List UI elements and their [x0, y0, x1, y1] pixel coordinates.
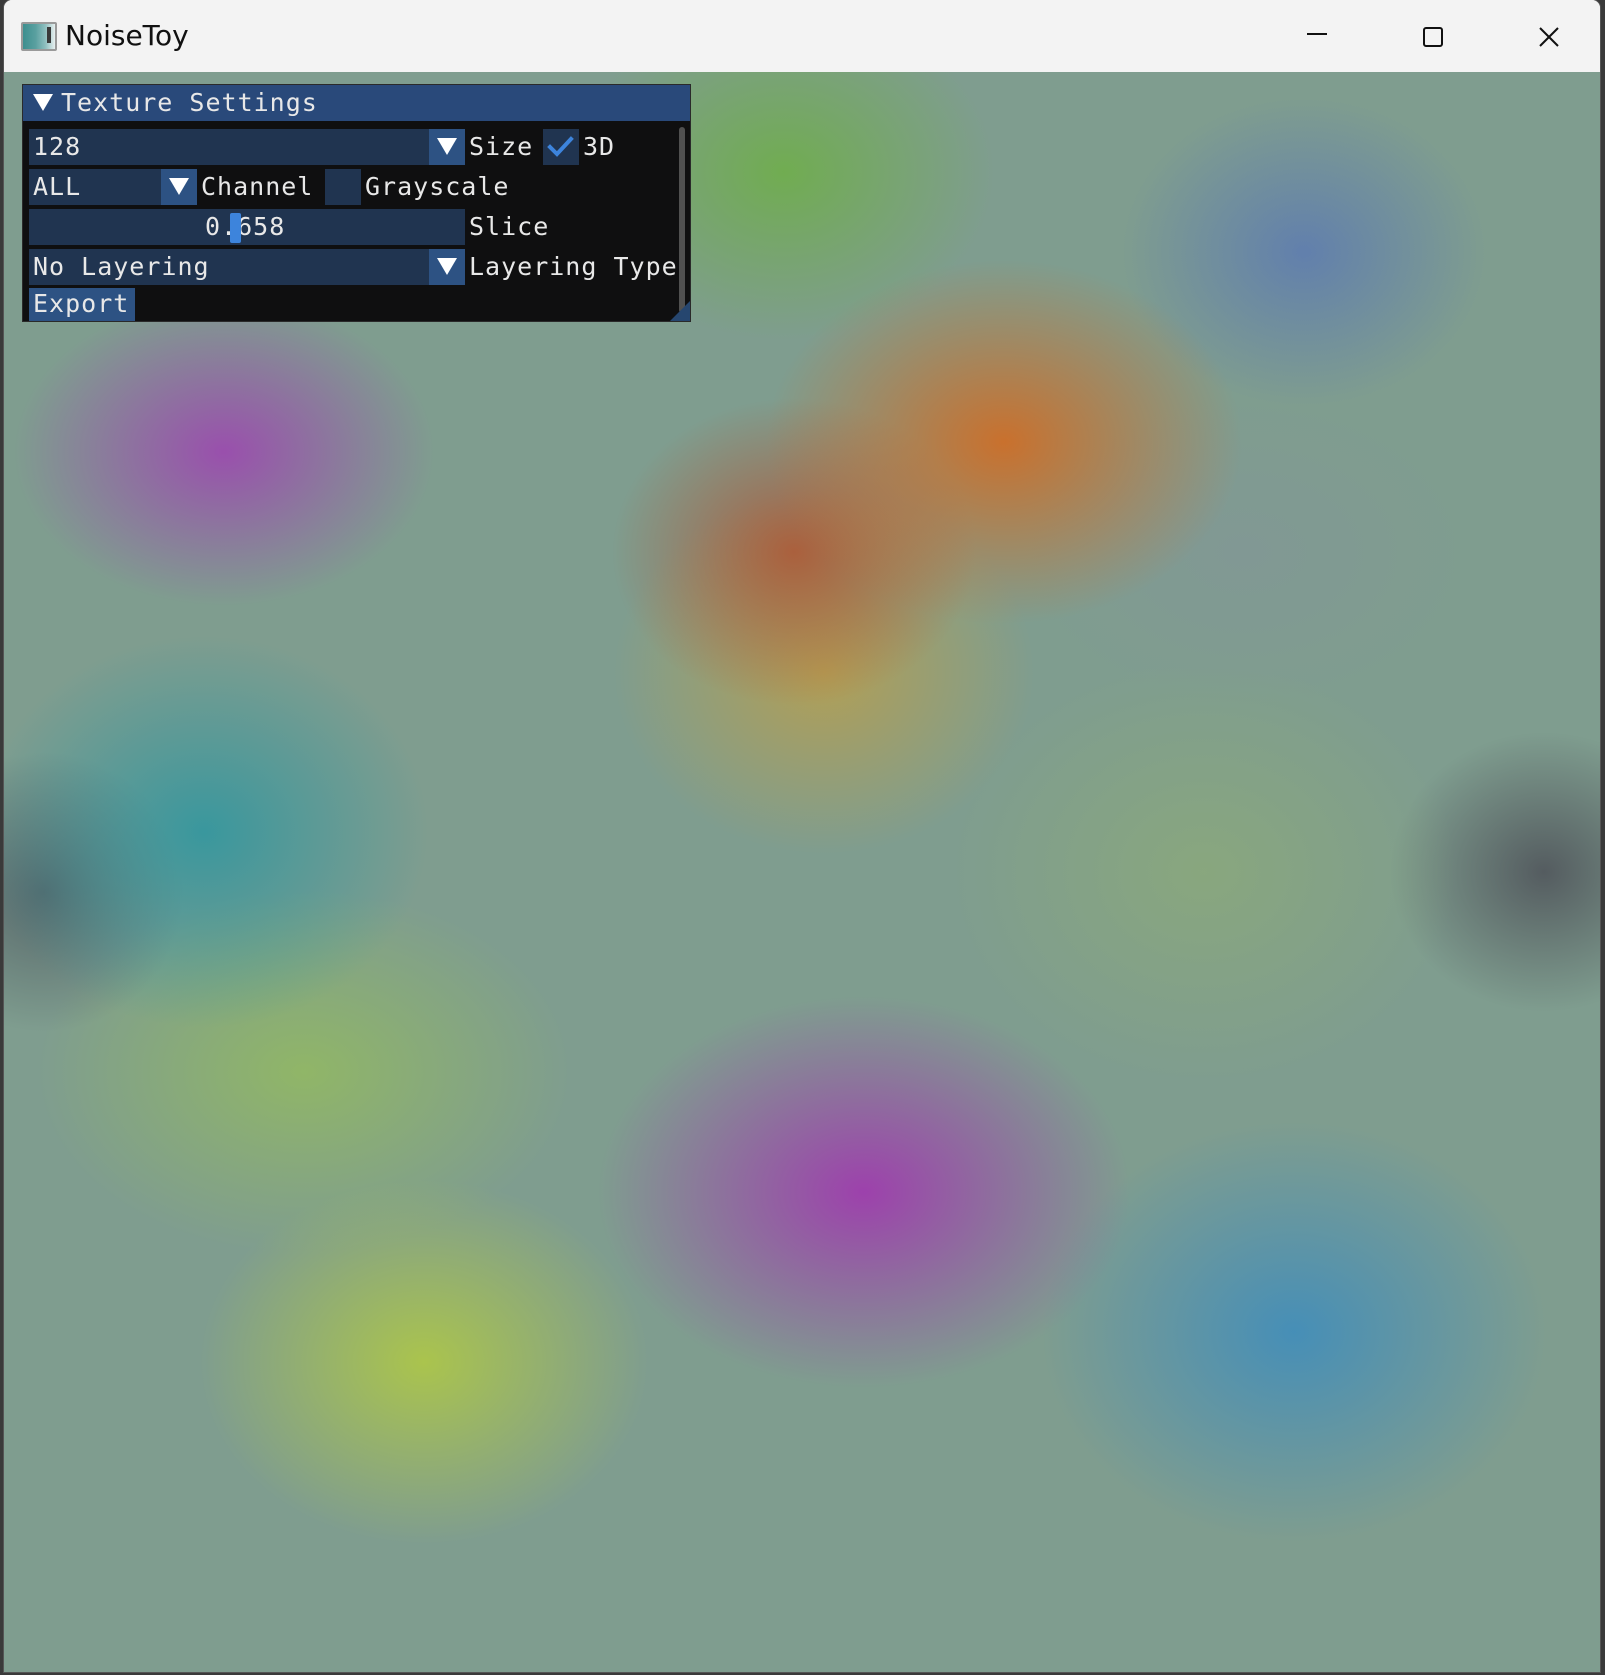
panel-scrollbar[interactable] — [677, 125, 687, 317]
minimize-icon — [1307, 33, 1327, 35]
slice-value: 0.658 — [205, 212, 286, 241]
size-dropdown-arrow-icon[interactable] — [429, 129, 465, 165]
layering-row: No Layering Layering Type — [23, 249, 683, 285]
size-combo[interactable]: 128 — [29, 129, 429, 165]
export-button[interactable]: Export — [29, 288, 135, 321]
grayscale-label: Grayscale — [365, 172, 510, 201]
channel-value: ALL — [33, 172, 82, 201]
title-bar[interactable]: NoiseToy — [4, 0, 1600, 72]
resize-grip-icon[interactable] — [670, 301, 690, 321]
slice-slider[interactable]: 0.658 — [29, 209, 465, 245]
channel-dropdown-arrow-icon[interactable] — [161, 169, 197, 205]
layering-value: No Layering — [33, 252, 210, 281]
grayscale-checkbox[interactable] — [325, 169, 361, 205]
texture-settings-panel: Texture Settings 128 Size 3D ALL Channel… — [22, 84, 691, 322]
maximize-icon — [1423, 27, 1443, 47]
app-window: NoiseToy Texture Settings 128 Size 3D AL… — [4, 0, 1600, 1672]
noise-texture-viewport[interactable]: Texture Settings 128 Size 3D ALL Channel… — [4, 72, 1600, 1672]
layering-dropdown-arrow-icon[interactable] — [429, 249, 465, 285]
size-row: 128 Size 3D — [23, 129, 683, 165]
window-title: NoiseToy — [65, 19, 189, 52]
panel-header[interactable]: Texture Settings — [23, 85, 690, 121]
minimize-button[interactable] — [1258, 0, 1374, 72]
slice-slider-grab[interactable] — [230, 213, 241, 243]
layering-type-label: Layering Type — [469, 252, 678, 281]
maximize-button[interactable] — [1374, 0, 1490, 72]
close-button[interactable] — [1490, 0, 1600, 72]
panel-title: Texture Settings — [61, 88, 318, 117]
checkmark-icon — [547, 136, 574, 157]
slice-label: Slice — [469, 212, 550, 241]
channel-combo[interactable]: ALL — [29, 169, 161, 205]
size-value: 128 — [33, 132, 82, 161]
channel-row: ALL Channel Grayscale — [23, 169, 683, 205]
collapse-arrow-icon[interactable] — [33, 94, 53, 111]
app-icon — [21, 22, 57, 51]
export-label: Export — [33, 289, 130, 318]
scrollbar-thumb[interactable] — [679, 127, 685, 313]
size-label: Size — [469, 132, 534, 161]
channel-label: Channel — [201, 172, 314, 201]
export-row: Export — [23, 288, 683, 324]
3d-label: 3D — [583, 132, 616, 161]
slice-row: 0.658 Slice — [23, 209, 683, 245]
close-icon — [1539, 27, 1559, 47]
3d-checkbox[interactable] — [543, 129, 579, 165]
layering-combo[interactable]: No Layering — [29, 249, 429, 285]
